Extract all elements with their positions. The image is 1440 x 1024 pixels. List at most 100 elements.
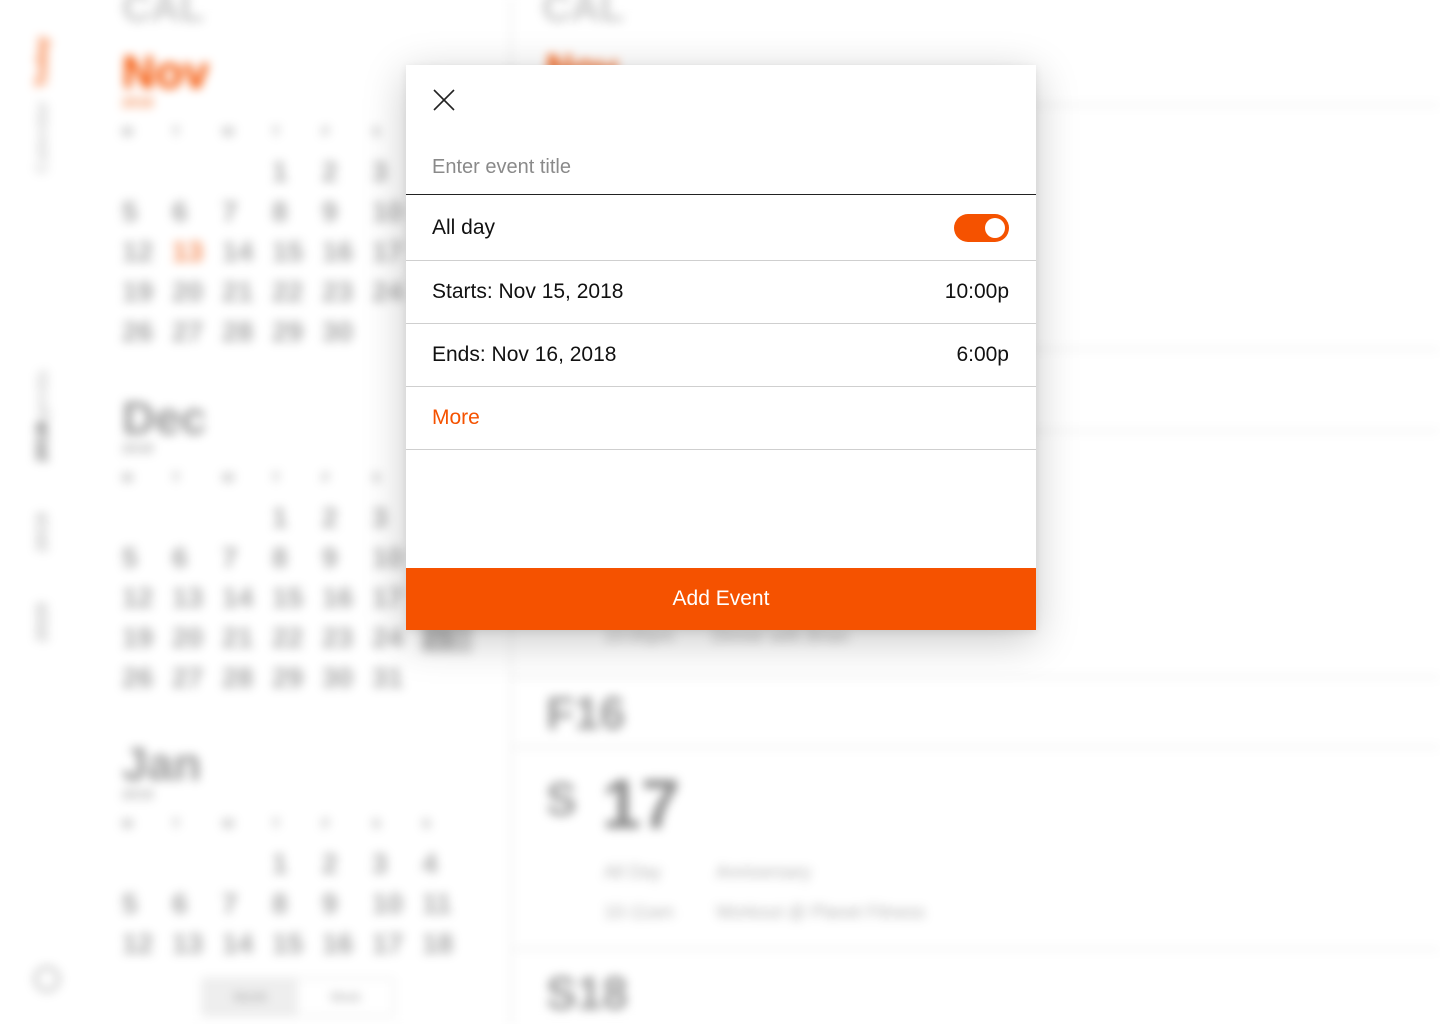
calendar-day[interactable]: 5: [122, 889, 172, 919]
calendar-day[interactable]: 1: [272, 503, 322, 533]
weekday-row: M T W T F S S: [122, 816, 502, 831]
calendar-day[interactable]: 21: [222, 277, 272, 307]
weekday-label: T: [172, 816, 180, 831]
calendar-day[interactable]: 19: [122, 623, 172, 653]
calendar-day[interactable]: 1: [272, 157, 322, 187]
calendar-day[interactable]: 30: [322, 663, 372, 693]
rail-item-today[interactable]: Today: [34, 36, 58, 87]
calendar-day[interactable]: 8: [272, 543, 322, 573]
calendar-day[interactable]: 20: [172, 623, 222, 653]
calendar-day: [222, 157, 272, 187]
agenda-event-time: 10-11am: [604, 902, 674, 922]
calendar-header: CAL: [122, 0, 205, 30]
agenda-day-f16: F16: [546, 687, 626, 739]
calendar-day[interactable]: 7: [222, 889, 272, 919]
calendar-day[interactable]: 18: [422, 929, 472, 959]
agenda-event-title[interactable]: Anniversary: [716, 862, 811, 883]
calendar-day: [122, 157, 172, 187]
calendar-day[interactable]: 13: [172, 237, 222, 267]
calendar-day[interactable]: 21: [222, 623, 272, 653]
month-jan: Jan 2019 M T W T F S S 1 2 3 4 5 6 7 8 9 10 11 12 13…: [122, 740, 502, 959]
calendar-day[interactable]: 30: [322, 317, 372, 347]
calendar-day[interactable]: 22: [272, 277, 322, 307]
calendar-day[interactable]: 14: [222, 929, 272, 959]
calendar-day[interactable]: 9: [322, 197, 372, 227]
weekday-label: W: [222, 470, 235, 485]
calendar-day: [222, 503, 272, 533]
calendar-day[interactable]: 14: [222, 583, 272, 613]
calendar-day[interactable]: 6: [172, 197, 222, 227]
calendar-day[interactable]: 19: [122, 277, 172, 307]
calendar-day[interactable]: 16: [322, 237, 372, 267]
more-options-link[interactable]: More: [406, 387, 1036, 450]
calendar-day[interactable]: 13: [172, 583, 222, 613]
calendar-day[interactable]: 15: [272, 237, 322, 267]
weekday-label: T: [272, 124, 280, 139]
rail-item-2020[interactable]: 2020: [34, 602, 58, 642]
calendar-day[interactable]: 23: [322, 623, 372, 653]
calendar-day[interactable]: 26: [122, 317, 172, 347]
weekday-label: M: [122, 124, 133, 139]
calendar-day[interactable]: 29: [272, 663, 322, 693]
calendar-day[interactable]: 23: [322, 277, 372, 307]
calendar-day[interactable]: 15: [272, 929, 322, 959]
calendar-day[interactable]: 13: [172, 929, 222, 959]
add-event-button[interactable]: Add Event: [406, 568, 1036, 630]
calendar-day[interactable]: 10: [372, 889, 422, 919]
calendar-day[interactable]: 2: [322, 157, 372, 187]
calendar-day[interactable]: 28: [222, 663, 272, 693]
calendar-day[interactable]: 29: [272, 317, 322, 347]
starts-time[interactable]: 10:00p: [945, 280, 1009, 304]
calendar-day[interactable]: 2: [322, 503, 372, 533]
calendar-day[interactable]: 6: [172, 543, 222, 573]
calendar-day[interactable]: 16: [322, 583, 372, 613]
calendar-day[interactable]: 7: [222, 543, 272, 573]
ends-time[interactable]: 6:00p: [956, 343, 1009, 367]
rail-item-calendar[interactable]: Calendar: [34, 100, 58, 173]
calendar-day[interactable]: 4: [422, 849, 472, 879]
event-title-input[interactable]: [406, 140, 1036, 195]
calendar-day: [172, 503, 222, 533]
calendar-day[interactable]: 26: [122, 663, 172, 693]
calendar-day[interactable]: 7: [222, 197, 272, 227]
calendar-day[interactable]: 8: [272, 197, 322, 227]
calendar-day[interactable]: 28: [222, 317, 272, 347]
tab-month[interactable]: Month: [203, 979, 298, 1015]
calendar-day[interactable]: 20: [172, 277, 222, 307]
calendar-day[interactable]: 9: [322, 543, 372, 573]
calendar-day[interactable]: 9: [322, 889, 372, 919]
starts-row[interactable]: Starts: Nov 15, 2018 10:00p: [406, 261, 1036, 324]
calendar-day[interactable]: 5: [122, 197, 172, 227]
all-day-row: All day: [406, 196, 1036, 261]
rail-item-2018[interactable]: 2018: [34, 422, 58, 462]
calendar-day[interactable]: 3: [372, 849, 422, 879]
calendar-day[interactable]: 22: [272, 623, 322, 653]
calendar-day[interactable]: 1: [272, 849, 322, 879]
calendar-day[interactable]: 14: [222, 237, 272, 267]
calendar-day[interactable]: 27: [172, 317, 222, 347]
tab-week[interactable]: Week: [298, 990, 393, 1004]
calendar-day[interactable]: 11: [422, 889, 472, 919]
weekday-label: S: [422, 816, 431, 831]
calendar-day[interactable]: 31: [372, 663, 422, 693]
calendar-day[interactable]: 5: [122, 543, 172, 573]
calendar-day[interactable]: 15: [272, 583, 322, 613]
close-icon[interactable]: [432, 88, 456, 112]
calendar-day[interactable]: 2: [322, 849, 372, 879]
calendar-day[interactable]: 12: [122, 583, 172, 613]
calendar-day[interactable]: 8: [272, 889, 322, 919]
rail-item-2019[interactable]: 2019: [34, 512, 58, 552]
new-event-dialog: All day Starts: Nov 15, 2018 10:00p Ends…: [406, 65, 1036, 630]
ends-row[interactable]: Ends: Nov 16, 2018 6:00p: [406, 324, 1036, 387]
all-day-toggle[interactable]: [954, 214, 1009, 242]
calendar-day[interactable]: 6: [172, 889, 222, 919]
calendar-day[interactable]: 27: [172, 663, 222, 693]
calendar-day[interactable]: 17: [372, 929, 422, 959]
calendar-day[interactable]: 16: [322, 929, 372, 959]
calendar-day[interactable]: 12: [122, 237, 172, 267]
divider: [512, 948, 1440, 950]
calendar-day[interactable]: 12: [122, 929, 172, 959]
starts-date: Starts: Nov 15, 2018: [432, 280, 624, 303]
settings-gear-icon[interactable]: [34, 966, 60, 992]
agenda-event-title[interactable]: Workout @ Planet Fitness: [716, 902, 925, 923]
